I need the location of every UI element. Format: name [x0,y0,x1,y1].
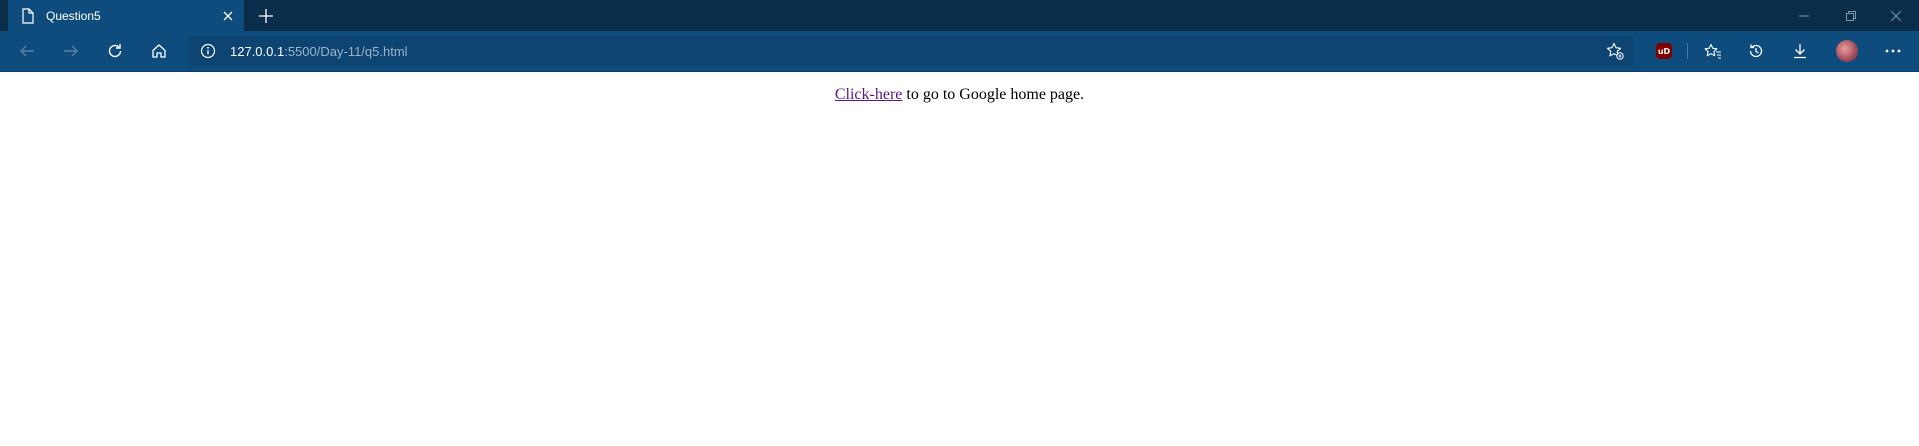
minimize-icon[interactable] [1781,0,1827,31]
more-icon[interactable] [1878,36,1908,66]
url-path: :5500/Day-11/q5.html [284,43,408,59]
link-description: to go to Google home page. [902,86,1085,103]
history-icon[interactable] [1741,36,1771,66]
url-host: 127.0.0.1 [230,43,285,59]
toolbar-separator [1687,43,1688,59]
page-icon [20,7,36,24]
tab-question5[interactable]: Question5 [8,0,244,31]
close-window-icon[interactable] [1873,0,1919,31]
tab-title: Question5 [46,8,101,23]
title-bar: Question5 [0,0,1919,31]
browser-toolbar: 127.0.0.1:5500/Day-11/q5.html uD [0,31,1919,72]
page-content: Click-here to go to Google home page. [0,72,1919,104]
ublock-icon[interactable]: uD [1649,36,1679,66]
ublock-label: uD [1656,43,1672,59]
favorites-icon[interactable] [1698,36,1728,66]
home-icon[interactable] [144,36,174,66]
close-icon[interactable] [216,4,240,28]
back-arrow-icon[interactable] [12,36,42,66]
star-add-icon[interactable] [1606,42,1624,60]
url-text[interactable]: 127.0.0.1:5500/Day-11/q5.html [230,44,408,59]
plus-icon[interactable] [254,4,278,28]
avatar [1836,40,1858,62]
click-here-link[interactable]: Click-here [835,86,903,103]
download-icon[interactable] [1785,36,1815,66]
info-icon[interactable] [200,43,216,59]
address-bar[interactable]: 127.0.0.1:5500/Day-11/q5.html [188,36,1634,66]
profile-button[interactable] [1832,36,1862,66]
forward-arrow-icon[interactable] [56,36,86,66]
refresh-icon[interactable] [100,36,130,66]
restore-icon[interactable] [1828,0,1874,31]
